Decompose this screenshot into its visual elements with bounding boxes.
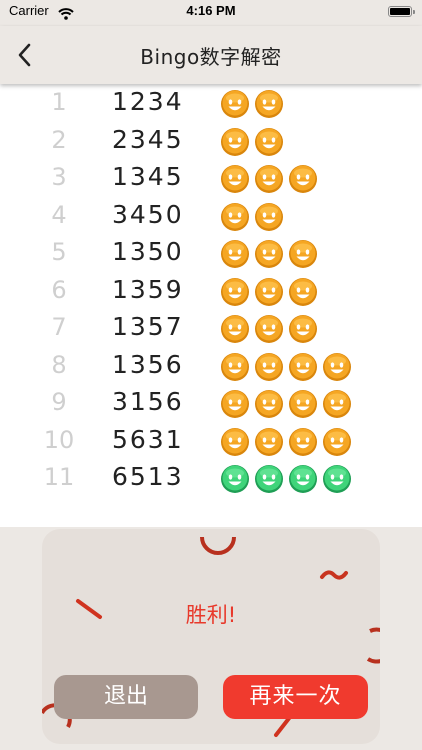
guess-index: 9 <box>51 388 67 416</box>
green-smiley-icon <box>322 464 352 494</box>
orange-smiley-icon <box>288 427 318 457</box>
orange-smiley-icon <box>220 389 250 419</box>
guess-index: 1 <box>51 88 67 116</box>
result-text: 胜利! <box>185 603 237 627</box>
guess-index: 6 <box>51 275 67 304</box>
orange-smiley-icon <box>254 127 284 157</box>
guess-row: 2 2345 <box>0 123 422 160</box>
battery-icon <box>388 6 415 17</box>
guess-index: 10 <box>43 425 75 454</box>
guess-row: 1 1234 <box>0 85 422 122</box>
green-smiley-icon <box>288 464 318 494</box>
orange-smiley-icon <box>322 389 352 419</box>
orange-smiley-icon <box>254 89 284 119</box>
orange-smiley-icon <box>288 352 318 382</box>
orange-smiley-icon <box>254 164 284 194</box>
exit-button[interactable]: 退出 <box>54 675 198 719</box>
guess-index: 8 <box>51 350 67 379</box>
orange-smiley-icon <box>288 277 318 307</box>
green-smiley-icon <box>220 464 250 494</box>
orange-smiley-icon <box>288 164 318 194</box>
guess-row: 10 5631 <box>0 423 422 460</box>
green-smiley-icon <box>254 464 284 494</box>
guess-number: 1234 <box>112 87 184 116</box>
guess-row: 5 1350 <box>0 235 422 272</box>
orange-smiley-icon <box>254 314 284 344</box>
orange-smiley-icon <box>254 389 284 419</box>
orange-smiley-icon <box>220 277 250 307</box>
guess-row: 6 1359 <box>0 273 422 310</box>
orange-smiley-icon <box>254 277 284 307</box>
orange-smiley-icon <box>220 127 250 157</box>
orange-smiley-icon <box>254 352 284 382</box>
guess-index: 4 <box>51 200 67 229</box>
guess-number: 2345 <box>112 124 184 154</box>
orange-smiley-icon <box>254 427 284 457</box>
guess-row: 9 3156 <box>0 385 422 422</box>
orange-smiley-icon <box>220 164 250 194</box>
orange-smiley-icon <box>322 427 352 457</box>
guess-number: 1345 <box>112 162 184 191</box>
orange-smiley-icon <box>288 389 318 419</box>
guess-number: 3156 <box>112 387 184 416</box>
orange-smiley-icon <box>288 239 318 269</box>
page-title: Bingo数字解密 <box>140 45 282 69</box>
guess-index: 11 <box>43 463 75 491</box>
guess-row: 11 6513 <box>0 460 422 497</box>
result-dialog: 胜利! 退出 再来一次 <box>42 529 380 744</box>
orange-smiley-icon <box>288 314 318 344</box>
orange-smiley-icon <box>254 202 284 232</box>
guess-number: 1350 <box>112 237 184 266</box>
guess-index: 2 <box>51 125 67 154</box>
guess-index: 5 <box>51 238 67 266</box>
status-bar: Carrier 4:16 PM <box>0 0 422 26</box>
orange-smiley-icon <box>220 352 250 382</box>
guess-number: 3450 <box>112 199 184 229</box>
guess-number: 1356 <box>112 349 184 379</box>
play-again-button[interactable]: 再来一次 <box>223 675 368 719</box>
orange-smiley-icon <box>322 352 352 382</box>
guess-number: 1359 <box>112 274 184 304</box>
guess-row: 7 1357 <box>0 310 422 347</box>
guess-number: 5631 <box>112 424 184 454</box>
orange-smiley-icon <box>220 239 250 269</box>
clock: 4:16 PM <box>186 3 236 18</box>
guess-index: 7 <box>51 313 67 341</box>
guess-index: 3 <box>51 163 67 191</box>
guess-number: 1357 <box>112 312 184 341</box>
orange-smiley-icon <box>220 314 250 344</box>
navigation-bar: Bingo数字解密 <box>0 26 422 84</box>
orange-smiley-icon <box>254 239 284 269</box>
guess-row: 3 1345 <box>0 160 422 197</box>
orange-smiley-icon <box>220 427 250 457</box>
orange-smiley-icon <box>220 202 250 232</box>
orange-smiley-icon <box>220 89 250 119</box>
guess-number: 6513 <box>112 462 184 491</box>
guess-row: 8 1356 <box>0 348 422 385</box>
guess-row: 4 3450 <box>0 198 422 235</box>
